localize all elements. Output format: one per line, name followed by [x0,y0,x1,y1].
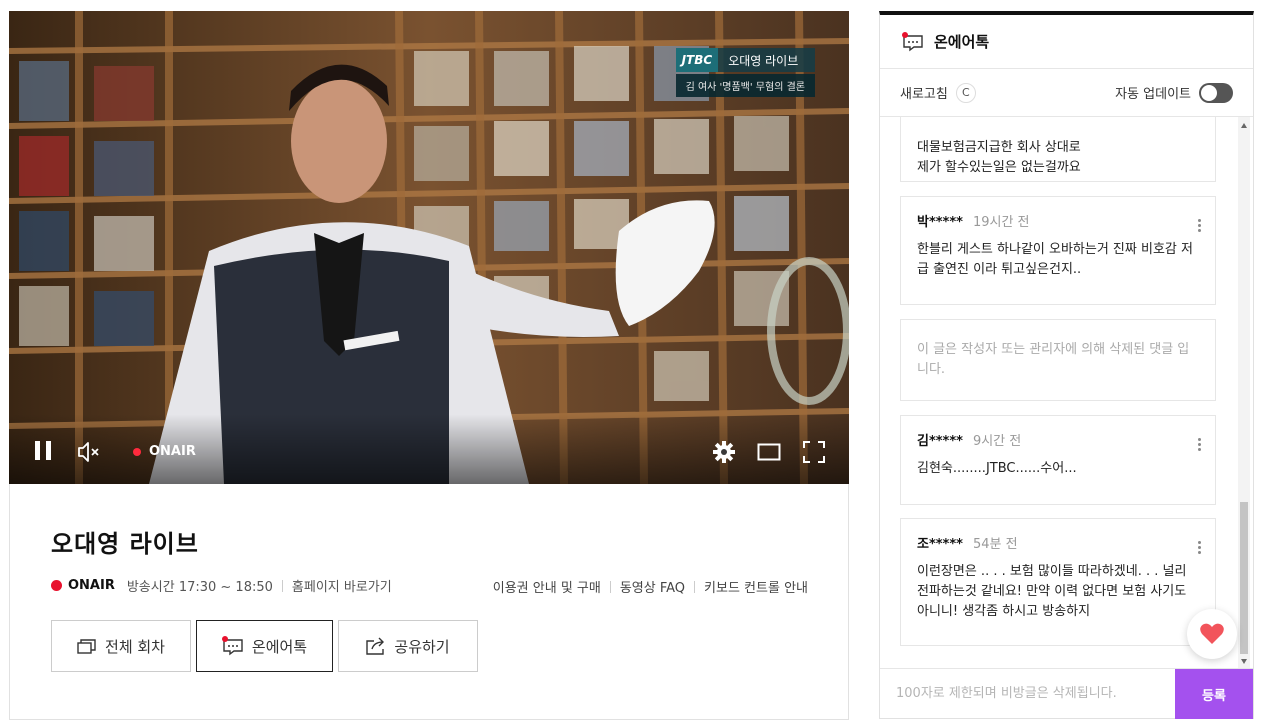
channel-logo: JTBC 오대영 라이브 김 여사 '명품백' 무혐의 결론 [675,48,815,97]
settings-button[interactable] [712,440,736,464]
fullscreen-button[interactable] [803,441,825,463]
help-links: 이용권 안내 및 구매 동영상 FAQ 키보드 컨트롤 안내 [493,577,808,596]
share-icon [366,637,385,655]
like-button[interactable] [1187,609,1237,659]
share-button[interactable]: 공유하기 [338,620,478,672]
ticket-info-link[interactable]: 이용권 안내 및 구매 [493,577,601,596]
more-options-icon[interactable] [1198,541,1201,554]
airtime: 방송시간 17:30 ~ 18:50 [126,580,273,595]
theater-mode-icon [757,443,781,461]
comment-author: 조***** [917,537,963,552]
comment-time: 19시간 전 [972,215,1030,230]
player-controls: ONAIR [9,414,849,484]
refresh-label[interactable]: 새로고침 [900,83,948,102]
fullscreen-icon [803,441,825,463]
program-title: 오대영 라이브 [51,530,199,558]
comment-item-deleted: 이 글은 작성자 또는 관리자에 의해 삭제된 댓글 입니다. [900,319,1216,401]
comment-text: 이런장면은 .. . . 보험 많이들 따라하겠네. . . 널리 전파하는것 … [917,564,1187,619]
homepage-link[interactable]: 홈페이지 바로가기 [292,576,392,595]
comment-author: 김***** [917,434,963,449]
divider [609,580,611,593]
scroll-down-icon[interactable] [1241,659,1247,664]
program-meta: ONAIR 방송시간 17:30 ~ 18:50 홈페이지 바로가기 [51,576,392,595]
chat-title: 온에어톡 [934,33,990,51]
theater-mode-button[interactable] [757,443,781,461]
chat-header: 온에어톡 [880,15,1253,69]
comment-list[interactable]: 대물보험금지급한 회사 상대로 제가 할수있는일은 없는걸까요 박***** 1… [880,117,1253,670]
episodes-icon [77,639,96,654]
page: JTBC 오대영 라이브 김 여사 '명품백' 무혐의 결론 ONAIR 오대영… [0,0,1263,726]
comment-time: 9시간 전 [972,434,1022,449]
more-options-icon[interactable] [1198,438,1201,451]
onair-talk-panel: 온에어톡 새로고침 C 자동 업데이트 대물보험금지급한 회사 상대로 제가 할… [879,11,1254,719]
keyboard-guide-link[interactable]: 키보드 컨트롤 안내 [704,577,808,596]
gear-icon [713,441,735,463]
comment-item: 조***** 54분 전 이런장면은 .. . . 보험 많이들 따라하겠네. … [900,518,1216,646]
more-options-icon[interactable] [1198,219,1201,232]
onair-talk-label: 온에어톡 [251,637,308,656]
deleted-comment-text: 이 글은 작성자 또는 관리자에 의해 삭제된 댓글 입니다. [917,342,1190,377]
comment-form: 등록 [880,668,1253,719]
scroll-thumb[interactable] [1240,502,1248,654]
onair-talk-button[interactable]: 온에어톡 [196,620,333,672]
heart-icon [1200,623,1224,644]
auto-update-toggle[interactable] [1199,82,1233,103]
volume-mute-icon [78,442,99,462]
comment-scrollbar[interactable] [1238,117,1250,670]
live-indicator: ONAIR [133,444,196,459]
video-player[interactable]: JTBC 오대영 라이브 김 여사 '명품백' 무혐의 결론 ONAIR [9,11,849,484]
divider [281,579,283,592]
live-dot-icon [133,447,141,456]
refresh-icon[interactable]: C [955,82,976,103]
comment-item: 박***** 19시간 전 한블리 게스트 하나같이 오바하는거 진짜 비호감 … [900,196,1216,305]
logo-program-title: 오대영 라이브 [728,53,799,68]
comment-item: 대물보험금지급한 회사 상대로 제가 할수있는일은 없는걸까요 [900,117,1216,182]
divider [694,580,696,593]
comment-text: 대물보험금지급한 회사 상대로 제가 할수있는일은 없는걸까요 [917,140,1081,175]
onair-dot-icon [51,580,62,591]
chat-bubble-icon [221,636,243,656]
share-label: 공유하기 [394,637,450,656]
comment-text: 한블리 게스트 하나같이 오바하는거 진짜 비호감 저급 출연진 이라 튀고싶은… [917,242,1193,277]
live-label: ONAIR [149,444,196,459]
video-faq-link[interactable]: 동영상 FAQ [620,577,685,596]
onair-label: ONAIR [68,578,115,593]
pause-button[interactable] [35,441,53,461]
auto-update-label: 자동 업데이트 [1115,87,1191,102]
comment-text: 김현숙........JTBC......수어... [917,461,1077,476]
comment-time: 54분 전 [972,537,1018,552]
mute-button[interactable] [77,441,101,463]
all-episodes-button[interactable]: 전체 회차 [51,620,191,672]
chat-bubble-icon [902,31,923,51]
comment-input[interactable] [880,669,1175,718]
submit-comment-button[interactable]: 등록 [1175,669,1253,719]
program-actions: 전체 회차 온에어톡 공유하기 [51,620,478,672]
comment-item: 김***** 9시간 전 김현숙........JTBC......수어... [900,415,1216,505]
news-subtitle: 김 여사 '명품백' 무혐의 결론 [675,74,815,97]
all-episodes-label: 전체 회차 [105,637,165,656]
comment-author: 박***** [917,215,963,230]
program-info: 오대영 라이브 ONAIR 방송시간 17:30 ~ 18:50 홈페이지 바로… [9,484,849,720]
scroll-up-icon[interactable] [1241,123,1247,128]
chat-toolbar: 새로고침 C 자동 업데이트 [880,69,1253,117]
jtbc-logo: JTBC [675,48,719,72]
